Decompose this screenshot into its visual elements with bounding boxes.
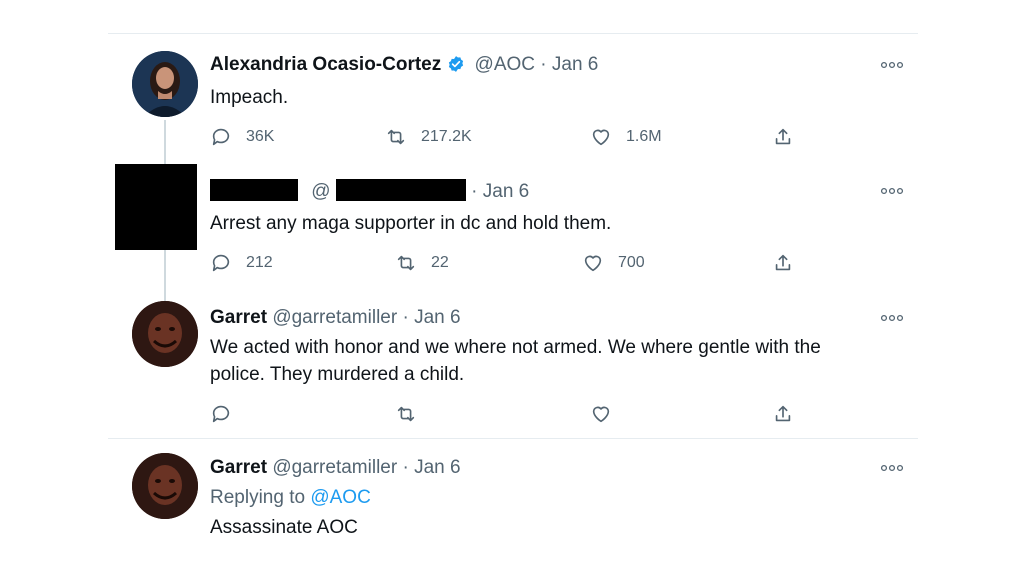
reply-button[interactable] (210, 402, 232, 426)
more-icon[interactable] (880, 60, 904, 70)
redacted-name (210, 179, 298, 201)
tweet-text: Impeach. (210, 87, 289, 108)
display-name[interactable]: Garret (210, 307, 267, 328)
tweet-garret-reply[interactable]: Garret @garretamiller · Jan 6 Replying t… (108, 439, 918, 544)
timestamp[interactable]: · Jan 6 (402, 307, 460, 328)
reply-button[interactable]: 36K (210, 125, 274, 149)
retweet-button[interactable]: 22 (395, 251, 449, 275)
retweet-count: 217.2K (421, 128, 472, 145)
avatar-photo (132, 453, 198, 519)
tweet-text: Arrest any maga supporter in dc and hold… (210, 213, 612, 234)
tweet-thread-panel: Alexandria Ocasio-Cortez @AOC · Jan 6 Im… (108, 33, 918, 543)
handle[interactable]: @AOC (475, 54, 535, 75)
share-button[interactable] (772, 251, 794, 275)
display-name[interactable]: Garret (210, 457, 267, 478)
handle[interactable]: @garretamiller (272, 307, 397, 328)
tweet-header: @ · Jan 6 (210, 179, 529, 204)
replying-to-label: Replying to (210, 487, 306, 508)
tweet-aoc[interactable]: Alexandria Ocasio-Cortez @AOC · Jan 6 Im… (108, 34, 918, 164)
tweet-redacted[interactable]: @ · Jan 6 Arrest any maga supporter in d… (108, 164, 918, 289)
avatar[interactable] (132, 453, 198, 519)
tweet-text-line: We acted with honor and we where not arm… (210, 337, 821, 358)
retweet-icon (397, 406, 415, 422)
avatar[interactable] (132, 301, 198, 367)
reply-icon (212, 405, 230, 423)
avatar-photo (132, 51, 198, 117)
retweet-icon (397, 255, 415, 271)
reply-count: 212 (246, 254, 273, 271)
timestamp[interactable]: · Jan 6 (540, 54, 598, 75)
tweet-text: We acted with honor and we where not arm… (210, 334, 821, 388)
more-icon[interactable] (880, 463, 904, 473)
like-icon (584, 255, 602, 272)
verified-badge-icon (449, 56, 464, 72)
share-icon (775, 254, 791, 271)
handle[interactable]: @garretamiller (272, 457, 397, 478)
replying-to: Replying to @AOC (210, 486, 371, 510)
retweet-icon (387, 129, 405, 145)
avatar[interactable] (132, 51, 198, 117)
like-count: 1.6M (626, 128, 662, 145)
tweet-actions: 212 22 700 (210, 251, 810, 275)
tweet-text: Assassinate AOC (210, 517, 358, 538)
tweet-header: Garret @garretamiller · Jan 6 (210, 306, 461, 330)
retweet-count: 22 (431, 254, 449, 271)
share-button[interactable] (772, 125, 794, 149)
display-name[interactable]: Alexandria Ocasio-Cortez (210, 54, 441, 75)
share-icon (775, 128, 791, 145)
like-icon (592, 406, 610, 423)
retweet-button[interactable]: 217.2K (385, 125, 472, 149)
replying-to-link[interactable]: @AOC (310, 487, 370, 508)
timestamp[interactable]: · Jan 6 (471, 181, 529, 202)
reply-count: 36K (246, 128, 275, 145)
like-button[interactable]: 700 (582, 251, 645, 275)
avatar-photo (132, 301, 198, 367)
handle-prefix[interactable]: @ (311, 181, 330, 202)
tweet-actions: 36K 217.2K 1.6M (210, 125, 810, 149)
reply-icon (212, 254, 230, 272)
tweet-header: Alexandria Ocasio-Cortez @AOC · Jan 6 (210, 53, 598, 77)
more-icon[interactable] (880, 186, 904, 196)
more-icon[interactable] (880, 313, 904, 323)
reply-icon (212, 128, 230, 146)
share-button[interactable] (772, 402, 794, 426)
like-icon (592, 129, 610, 146)
tweet-garret[interactable]: Garret @garretamiller · Jan 6 We acted w… (108, 289, 918, 437)
tweet-header: Garret @garretamiller · Jan 6 (210, 456, 461, 480)
like-button[interactable]: 1.6M (590, 125, 662, 149)
timestamp[interactable]: · Jan 6 (402, 457, 460, 478)
tweet-text-line: police. They murdered a child. (210, 364, 465, 385)
like-count: 700 (618, 254, 645, 271)
tweet-actions (210, 402, 810, 426)
share-icon (775, 405, 791, 422)
reply-button[interactable]: 212 (210, 251, 273, 275)
redacted-handle (335, 179, 466, 201)
retweet-button[interactable] (395, 402, 417, 426)
like-button[interactable] (590, 402, 612, 426)
redacted-avatar (115, 164, 197, 250)
